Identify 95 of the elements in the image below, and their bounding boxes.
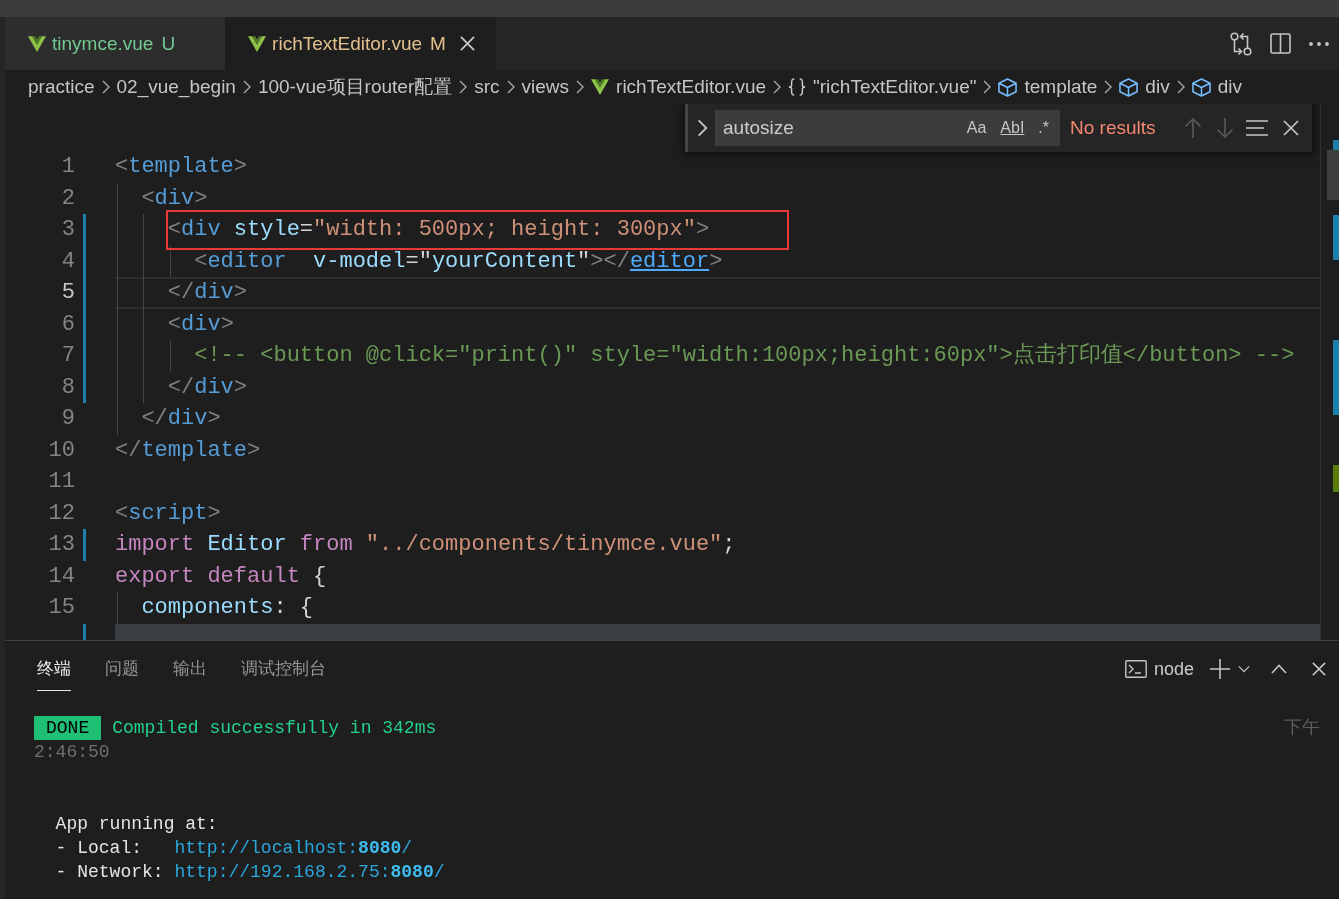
breadcrumb-item[interactable]: 100-vue项目router配置	[257, 74, 453, 100]
close-icon[interactable]	[1312, 662, 1326, 676]
chevron-right-icon	[983, 80, 992, 94]
breadcrumb-item[interactable]: richTextEditor.vue	[591, 76, 767, 98]
indent-guide	[169, 340, 171, 372]
editor-tab[interactable]: richTextEditor.vue M	[225, 17, 496, 70]
chevron-right-icon	[101, 80, 110, 94]
terminal-icon	[1124, 660, 1147, 678]
url-link[interactable]: http://localhost:8080/	[174, 836, 413, 860]
breadcrumb-item[interactable]: views	[521, 76, 570, 98]
output-text: - Network:	[55, 861, 164, 884]
code-line: </div>	[167, 373, 248, 402]
chevron-right-icon	[773, 80, 782, 94]
code-line: import Editor from "../components/tinymce.vue";	[115, 531, 736, 559]
v-logo-icon	[248, 35, 267, 52]
line-number: 13	[47, 531, 75, 559]
breadcrumb-item[interactable]: practice	[28, 76, 95, 98]
output-text: - Local:	[55, 837, 143, 860]
cube-icon	[998, 77, 1018, 97]
panel-tab[interactable]: 输出	[173, 647, 207, 691]
breadcrumb-item[interactable]: div	[1119, 76, 1170, 98]
split-editor-icon[interactable]	[1270, 33, 1291, 54]
close-icon[interactable]	[459, 36, 475, 51]
chevron-right-icon	[459, 80, 468, 94]
chevron-right-icon	[576, 80, 585, 94]
chevron-right-icon	[1176, 80, 1185, 94]
search-option-toggle[interactable]: .*	[1034, 115, 1053, 141]
search-option-toggle[interactable]: Aa	[962, 115, 991, 141]
change-mark	[1333, 140, 1339, 150]
editor-tab[interactable]: tinymce.vue U	[5, 17, 226, 70]
panel-tab[interactable]: 终端	[37, 647, 71, 691]
find-input[interactable]: autosize Aa AbI .*	[715, 110, 1060, 146]
cube-icon	[1191, 77, 1211, 97]
compare-changes-icon[interactable]	[1230, 31, 1252, 56]
code-line: <div>	[141, 184, 208, 213]
url-link[interactable]: http://192.168.2.75:8080/	[174, 860, 445, 884]
scrollbar-thumb[interactable]	[1327, 150, 1339, 200]
code-line: </template>	[115, 436, 261, 465]
line-number: 10	[47, 436, 75, 465]
status-badge: DONE	[34, 716, 102, 740]
line-number: 3	[60, 216, 75, 244]
code-line: <template>	[115, 153, 248, 181]
chevron-down-icon[interactable]	[1238, 665, 1250, 673]
terminal-selector[interactable]: node	[1124, 658, 1194, 680]
code-line: components: {	[141, 594, 314, 622]
chevron-up-icon[interactable]	[1271, 664, 1287, 674]
breadcrumb-item[interactable]: template	[998, 76, 1098, 98]
chevron-right-icon	[1104, 80, 1113, 94]
breadcrumb-item[interactable]: div	[1191, 76, 1242, 98]
code-line: <div style="width: 500px; height: 300px">	[167, 216, 710, 244]
chevron-right-icon	[506, 80, 515, 94]
output-text: Compiled successfully in 342ms	[112, 717, 437, 740]
breadcrumb-item[interactable]: src	[474, 76, 500, 98]
v-logo-icon	[591, 79, 610, 95]
indent-guide	[169, 245, 171, 277]
line-number: 1	[60, 153, 75, 181]
change-mark	[1333, 465, 1339, 492]
code-line: <!-- <button @click="print()" style="width:100px;height:60px">点击打印值</button> -->	[194, 341, 1295, 370]
search-option-toggle[interactable]: AbI	[996, 115, 1029, 141]
plus-icon[interactable]	[1210, 659, 1230, 679]
code-line: </div>	[167, 279, 248, 307]
line-number: 7	[60, 342, 75, 370]
line-number: 15	[47, 594, 75, 622]
chevron-right-icon	[242, 80, 251, 94]
code-line: <script>	[115, 499, 221, 528]
code-line: <editor v-model="yourContent"></editor>	[194, 247, 723, 276]
line-number: 9	[60, 405, 75, 433]
close-icon[interactable]	[1283, 120, 1299, 136]
output-text: 2:46:50	[34, 741, 110, 764]
cube-icon	[1119, 77, 1139, 97]
breadcrumb-item[interactable]: 02_vue_begin	[116, 76, 236, 98]
line-number: 8	[60, 373, 75, 402]
line-number: 12	[47, 499, 75, 528]
line-number: 5	[60, 279, 75, 307]
selection-lines-icon[interactable]	[1246, 120, 1268, 136]
code-line: <div>	[167, 310, 234, 339]
line-number: 2	[60, 184, 75, 213]
braces-icon	[788, 78, 807, 96]
result-text: No results	[1070, 117, 1156, 139]
code-line: export default {	[115, 562, 327, 591]
chevron-right-icon[interactable]	[697, 119, 708, 137]
panel-tab[interactable]: 问题	[105, 647, 139, 691]
line-number: 4	[60, 247, 75, 276]
output-text: 下午	[1284, 717, 1320, 740]
change-mark	[1333, 215, 1339, 260]
line-number: 11	[47, 468, 75, 496]
line-number: 14	[47, 562, 75, 591]
line-number: 6	[60, 310, 75, 339]
panel-tab[interactable]: 调试控制台	[241, 647, 326, 691]
indent-guide	[117, 592, 118, 624]
more-icon[interactable]	[1309, 41, 1329, 46]
output-text: App running at:	[55, 813, 218, 836]
code-line: </div>	[141, 405, 221, 433]
breadcrumb-item[interactable]: "richTextEditor.vue"	[788, 76, 977, 98]
v-logo-icon	[28, 35, 46, 52]
